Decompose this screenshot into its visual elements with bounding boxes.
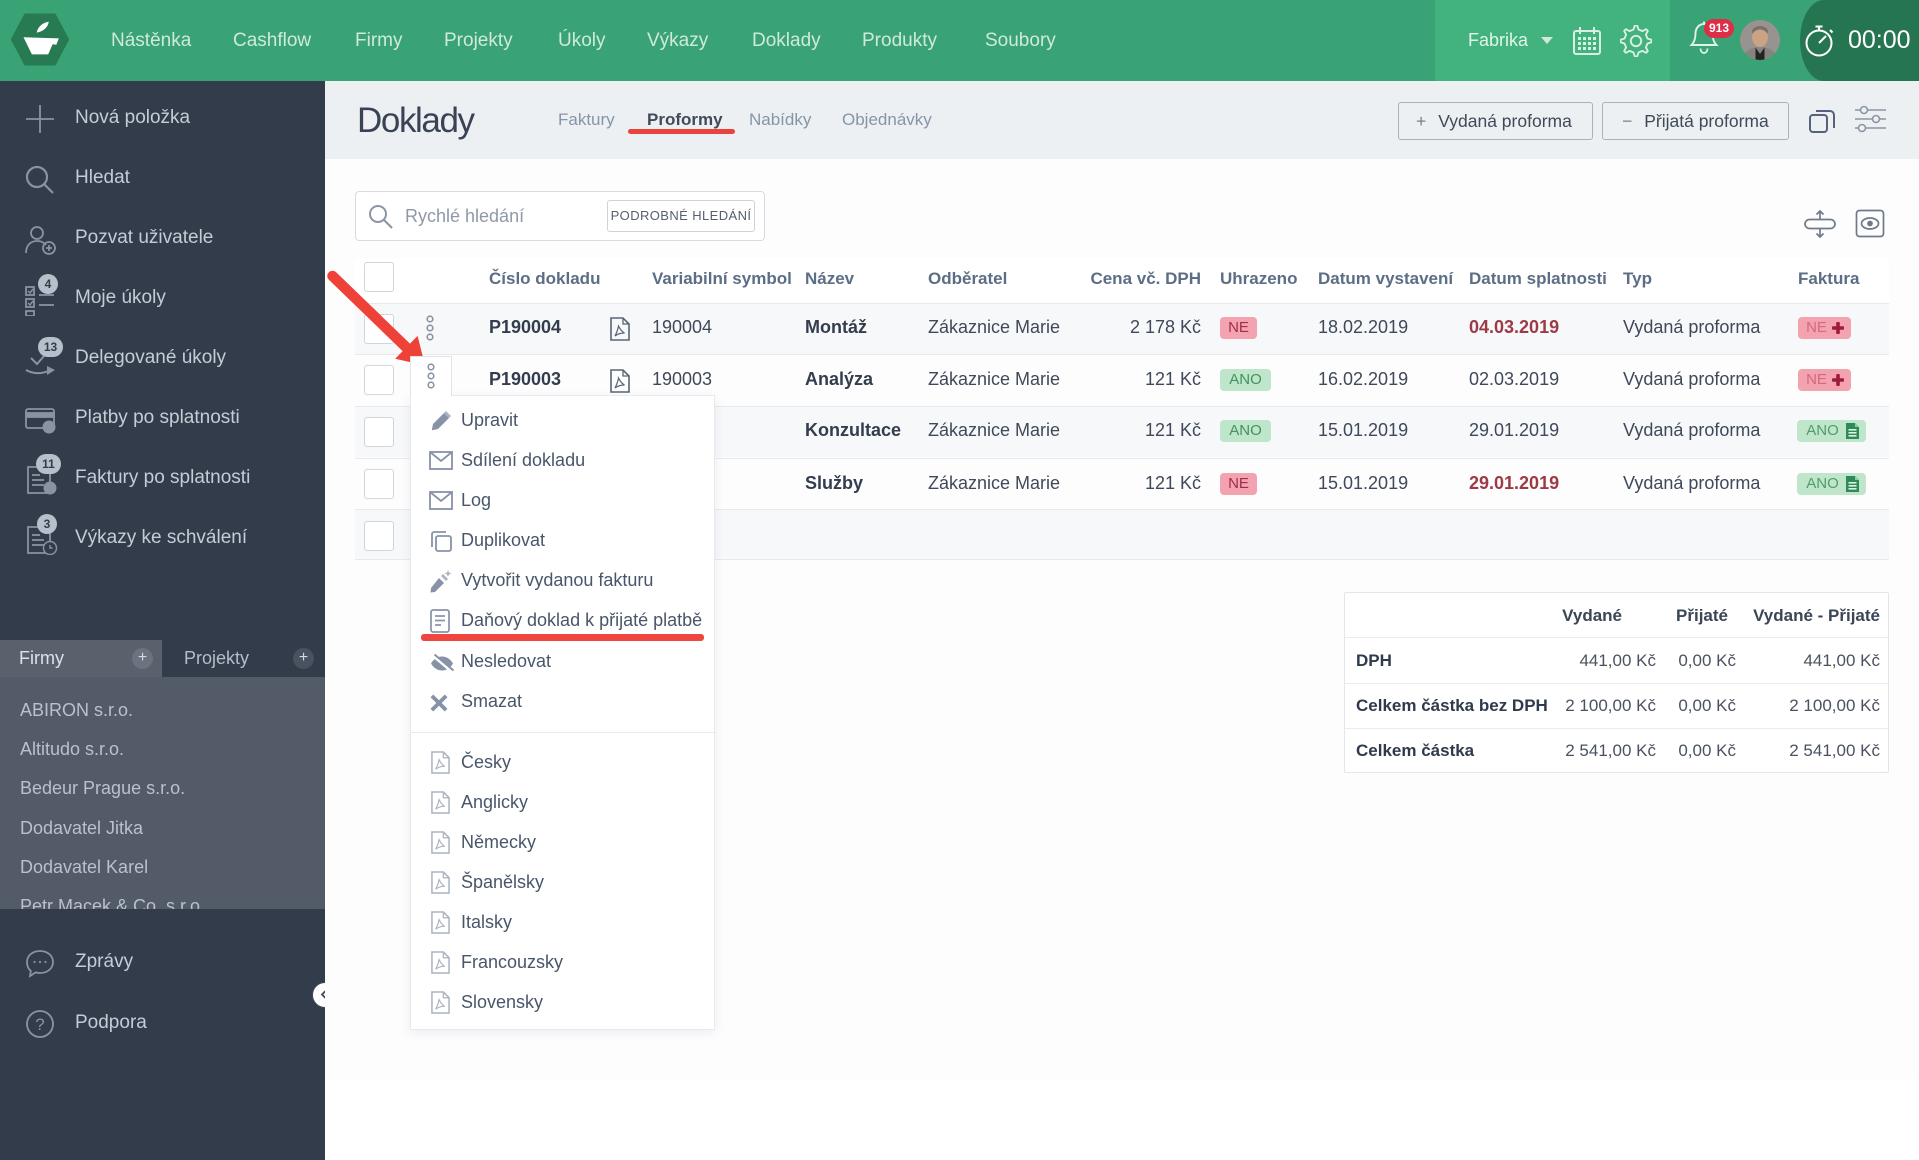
svg-text:!: ! xyxy=(47,422,51,434)
svg-text:!: ! xyxy=(48,483,52,495)
svg-text:?: ? xyxy=(35,1015,44,1034)
